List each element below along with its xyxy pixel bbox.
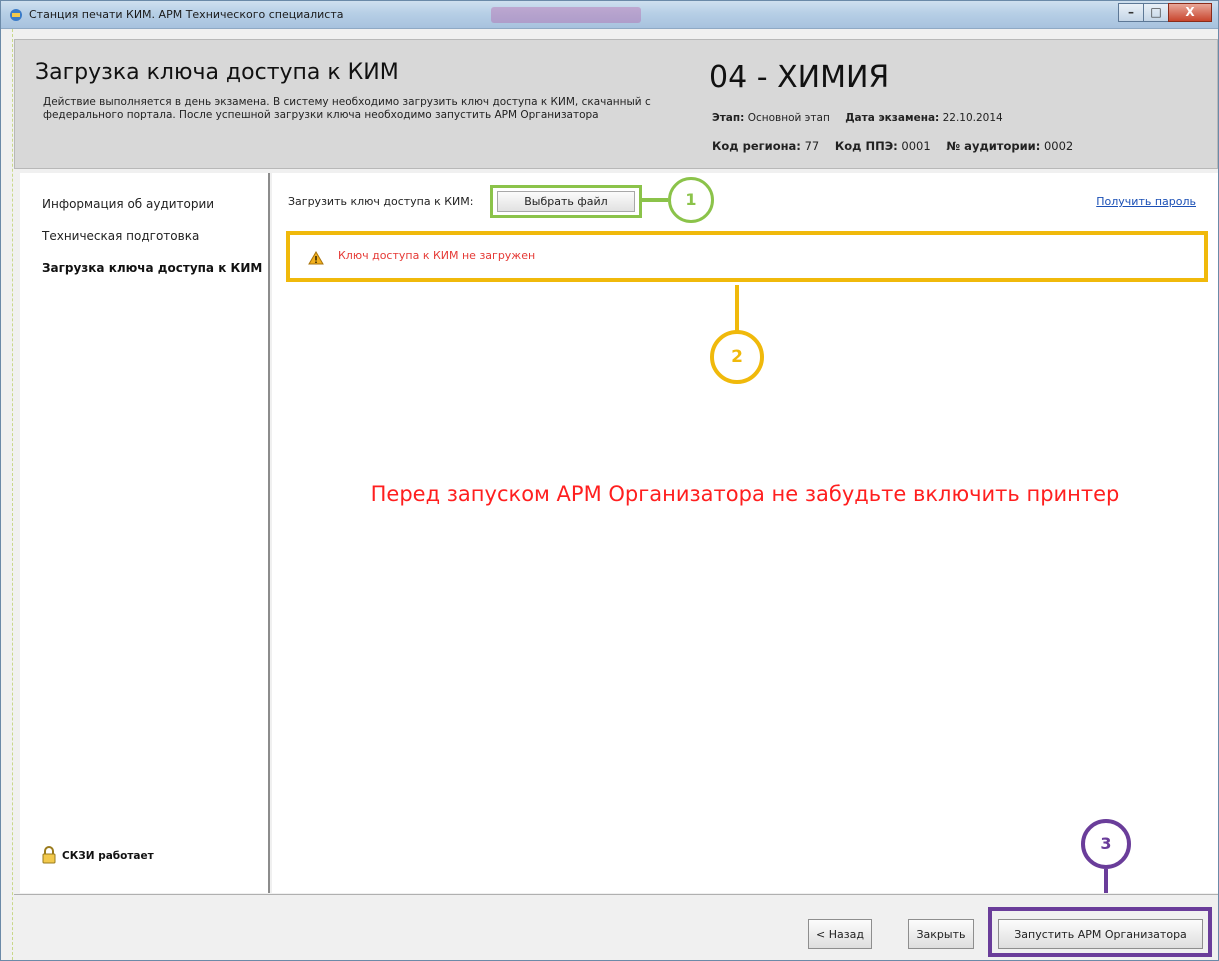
main-panel: Загрузить ключ доступа к КИМ: Выбрать фа… [272, 173, 1218, 893]
footer-bar: < Назад Закрыть Запустить АРМ Организато… [14, 894, 1218, 960]
page-description: Действие выполняется в день экзамена. В … [43, 96, 651, 121]
callout-1-connector [642, 198, 668, 202]
room-label: № аудитории: [946, 139, 1041, 153]
maximize-button[interactable]: □ [1143, 3, 1169, 22]
exam-codes-row: Код региона: 77 Код ППЭ: 0001 № аудитори… [712, 139, 1073, 153]
title-bar[interactable]: Станция печати КИМ. АРМ Технического спе… [1, 1, 1218, 29]
skzi-status: СКЗИ работает [36, 832, 176, 880]
page-title: Загрузка ключа доступа к КИМ [35, 60, 399, 85]
window-left-edge [1, 29, 13, 960]
stage-label: Этап: [712, 112, 745, 124]
close-window-button[interactable]: X [1168, 3, 1212, 22]
app-window: Станция печати КИМ. АРМ Технического спе… [0, 0, 1219, 961]
launch-organizer-button[interactable]: Запустить АРМ Организатора [998, 919, 1203, 949]
room-value: 0002 [1043, 139, 1074, 153]
key-status-warning: Ключ доступа к КИМ не загружен [286, 231, 1208, 282]
sidebar-item-key-load[interactable]: Загрузка ключа доступа к КИМ [42, 261, 262, 275]
load-key-label: Загрузить ключ доступа к КИМ: [288, 195, 474, 208]
region-value: 77 [804, 139, 820, 153]
date-label: Дата экзамена: [845, 112, 940, 124]
choose-file-button[interactable]: Выбрать файл [497, 191, 635, 212]
page-header: Загрузка ключа доступа к КИМ Действие вы… [14, 39, 1218, 169]
ppe-value: 0001 [901, 139, 931, 153]
callout-2-connector [735, 285, 739, 332]
exam-subject: 04 - ХИМИЯ [709, 60, 890, 95]
blurred-taskbar-area [491, 7, 641, 23]
callout-3-highlight: Запустить АРМ Организатора [988, 907, 1212, 957]
close-button[interactable]: Закрыть [908, 919, 974, 949]
callout-3-connector [1104, 869, 1108, 893]
region-label: Код региона: [712, 139, 801, 153]
minimize-icon: – [1128, 5, 1134, 19]
maximize-icon: □ [1150, 5, 1162, 19]
sidebar-item-room-info[interactable]: Информация об аудитории [42, 197, 214, 211]
sidebar: Информация об аудитории Техническая подг… [20, 173, 270, 893]
callout-2-badge: 2 [710, 330, 764, 384]
date-value: 22.10.2014 [942, 112, 1003, 124]
back-button[interactable]: < Назад [808, 919, 872, 949]
key-not-loaded-text: Ключ доступа к КИМ не загружен [338, 249, 536, 262]
window-title: Станция печати КИМ. АРМ Технического спе… [29, 8, 344, 21]
get-password-link[interactable]: Получить пароль [1096, 195, 1196, 208]
app-icon [10, 9, 22, 21]
stage-value: Основной этап [747, 112, 830, 124]
exam-stage-row: Этап: Основной этап Дата экзамена: 22.10… [712, 112, 1003, 124]
minimize-button[interactable]: – [1118, 3, 1144, 22]
sidebar-item-tech-prep[interactable]: Техническая подготовка [42, 229, 199, 243]
ppe-label: Код ППЭ: [834, 139, 898, 153]
warning-triangle-icon [308, 251, 324, 265]
callout-1-highlight: Выбрать файл [490, 185, 642, 218]
lock-icon [42, 846, 56, 864]
skzi-status-text: СКЗИ работает [62, 850, 154, 862]
callout-3-badge: 3 [1081, 819, 1131, 869]
callout-1-badge: 1 [668, 177, 714, 223]
printer-reminder: Перед запуском АРМ Организатора не забуд… [370, 482, 1120, 506]
close-icon: X [1185, 5, 1195, 19]
window-controls: – □ X [1118, 3, 1212, 22]
